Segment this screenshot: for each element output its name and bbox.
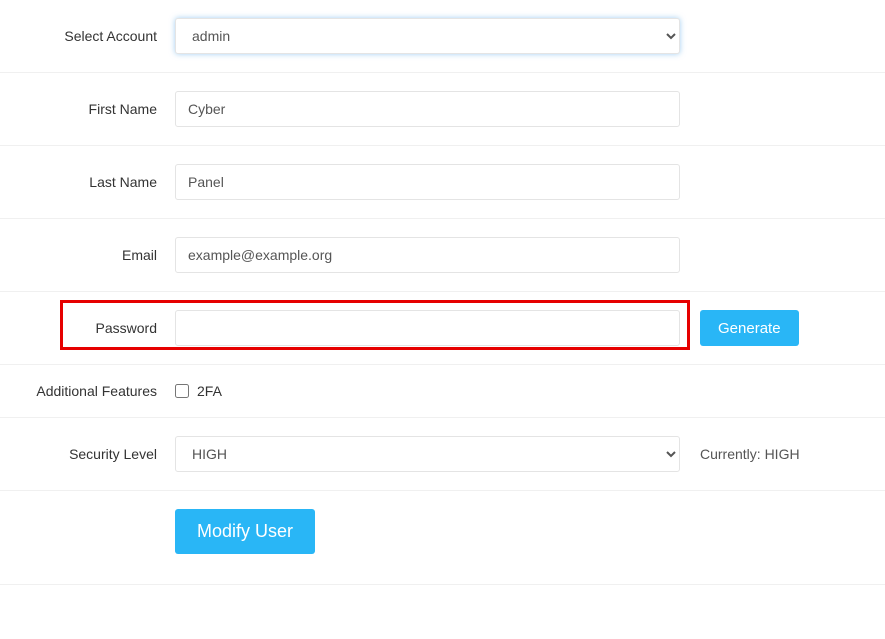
security-level-row: Security Level HIGH Currently: HIGH xyxy=(0,418,885,491)
last-name-label: Last Name xyxy=(0,174,175,190)
password-input[interactable] xyxy=(175,310,680,346)
first-name-row: First Name xyxy=(0,73,885,146)
modify-user-button[interactable]: Modify User xyxy=(175,509,315,554)
security-level-dropdown[interactable]: HIGH xyxy=(175,436,680,472)
email-row: Email xyxy=(0,219,885,292)
security-level-label: Security Level xyxy=(0,446,175,462)
select-account-dropdown[interactable]: admin xyxy=(175,18,680,54)
select-account-label: Select Account xyxy=(0,28,175,44)
twofa-checkbox-wrap[interactable]: 2FA xyxy=(175,383,222,399)
submit-row: Modify User xyxy=(0,491,885,585)
security-level-currently: Currently: HIGH xyxy=(700,446,800,462)
twofa-label: 2FA xyxy=(197,383,222,399)
first-name-input[interactable] xyxy=(175,91,680,127)
first-name-label: First Name xyxy=(0,101,175,117)
email-label: Email xyxy=(0,247,175,263)
password-label: Password xyxy=(0,320,175,336)
generate-button[interactable]: Generate xyxy=(700,310,799,346)
last-name-row: Last Name xyxy=(0,146,885,219)
twofa-checkbox[interactable] xyxy=(175,384,189,398)
additional-features-row: Additional Features 2FA xyxy=(0,365,885,418)
email-input[interactable] xyxy=(175,237,680,273)
last-name-input[interactable] xyxy=(175,164,680,200)
select-account-row: Select Account admin xyxy=(0,0,885,73)
password-row: Password Generate xyxy=(0,292,885,365)
additional-features-label: Additional Features xyxy=(0,383,175,399)
